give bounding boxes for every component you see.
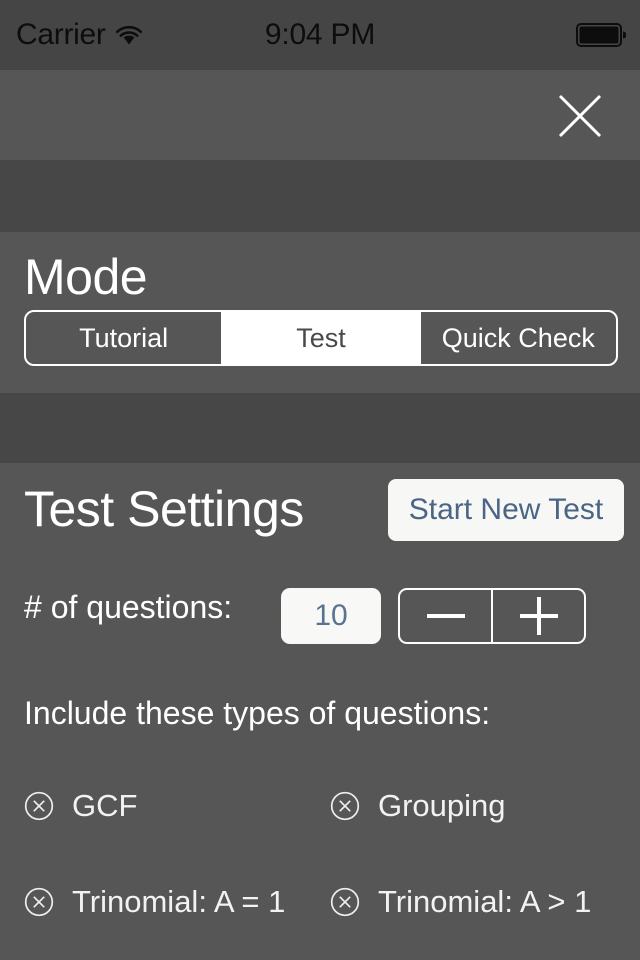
mode-title: Mode bbox=[24, 249, 148, 305]
include-types-label: Include these types of questions: bbox=[24, 695, 491, 731]
question-type-trinomial-a-equals-1[interactable]: Trinomial: A = 1 bbox=[24, 884, 285, 920]
battery-full-icon bbox=[576, 23, 627, 47]
circle-x-icon bbox=[24, 887, 54, 917]
plus-icon bbox=[519, 597, 558, 635]
test-settings-title: Test Settings bbox=[24, 481, 304, 537]
circle-x-icon bbox=[330, 887, 360, 917]
close-button[interactable] bbox=[554, 90, 606, 142]
segment-test[interactable]: Test bbox=[223, 312, 421, 364]
question-type-label: Grouping bbox=[378, 788, 506, 823]
status-bar-time: 9:04 PM bbox=[264, 18, 376, 51]
stepper-increment-button[interactable] bbox=[493, 590, 584, 642]
circle-x-icon bbox=[330, 791, 360, 821]
mode-segmented-control[interactable]: Tutorial Test Quick Check bbox=[24, 310, 618, 366]
spacer-band-middle bbox=[0, 393, 640, 463]
status-bar: Carrier 9:04 PM bbox=[0, 0, 640, 70]
stepper-decrement-button[interactable] bbox=[400, 590, 493, 642]
header-bar bbox=[0, 70, 640, 160]
segment-tutorial[interactable]: Tutorial bbox=[26, 312, 224, 364]
test-settings-section: Test Settings Start New Test # of questi… bbox=[0, 463, 640, 960]
questions-count-input[interactable]: 10 bbox=[281, 588, 381, 644]
question-type-label: GCF bbox=[72, 788, 138, 823]
circle-x-icon bbox=[24, 791, 54, 821]
spacer-band-top bbox=[0, 160, 640, 232]
question-type-grouping[interactable]: Grouping bbox=[330, 788, 506, 824]
questions-count-label: # of questions: bbox=[24, 589, 233, 625]
close-x-icon bbox=[554, 90, 606, 142]
minus-icon bbox=[426, 597, 465, 635]
segment-quick-check[interactable]: Quick Check bbox=[421, 312, 616, 364]
question-type-gcf[interactable]: GCF bbox=[24, 788, 137, 824]
start-new-test-button[interactable]: Start New Test bbox=[388, 479, 624, 541]
question-type-trinomial-a-greater-1[interactable]: Trinomial: A > 1 bbox=[330, 884, 591, 920]
question-type-label: Trinomial: A = 1 bbox=[72, 884, 286, 919]
status-bar-right bbox=[576, 0, 627, 70]
questions-count-stepper[interactable] bbox=[398, 588, 586, 644]
question-type-label: Trinomial: A > 1 bbox=[378, 884, 592, 919]
